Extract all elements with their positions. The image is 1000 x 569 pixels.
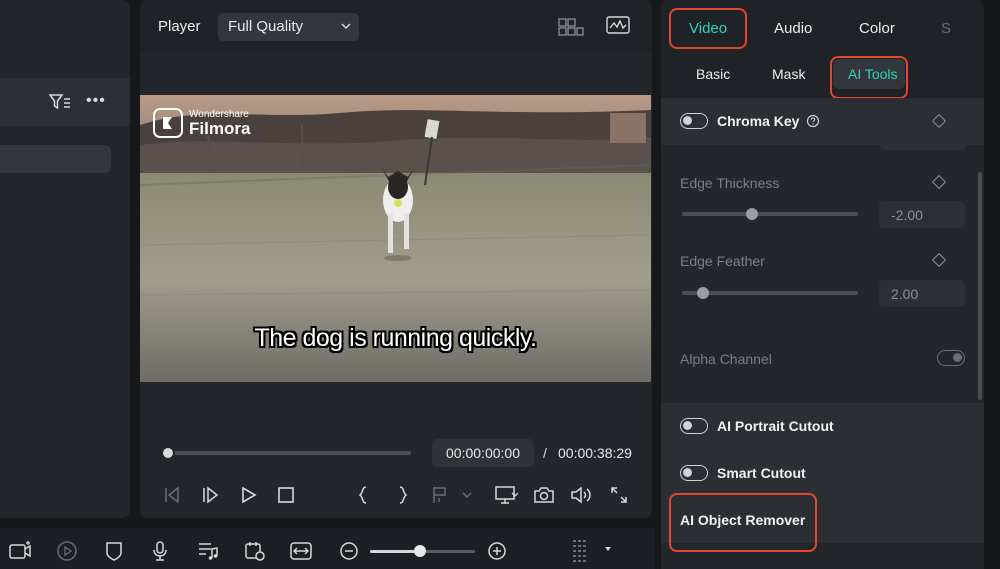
watermark-product: Filmora — [189, 118, 251, 138]
zoom-slider-fill — [370, 550, 421, 553]
zoom-in-icon[interactable] — [487, 541, 507, 561]
marker-dropdown-icon[interactable] — [461, 485, 473, 505]
ai-portrait-cutout-label: AI Portrait Cutout — [717, 418, 834, 434]
media-panel: ••• — [0, 0, 130, 518]
scope-icon[interactable] — [606, 16, 630, 36]
progress-track[interactable] — [168, 451, 411, 455]
video-tab-highlight — [669, 8, 747, 49]
clipped-value-box — [880, 142, 966, 150]
current-timecode: 00:00:00:00 — [446, 445, 520, 461]
edge-feather-keyframe-icon[interactable] — [931, 252, 947, 268]
property-panel: Video Audio Color S Basic Mask AI Tools … — [661, 0, 984, 569]
current-timecode-box[interactable]: 00:00:00:00 — [432, 439, 534, 467]
help-icon[interactable] — [806, 114, 820, 128]
edge-feather-input[interactable]: 2.00 — [879, 280, 965, 307]
more-icon[interactable]: ••• — [86, 92, 108, 110]
timecode-separator: / — [543, 445, 547, 461]
next-frame-icon[interactable] — [201, 485, 221, 505]
subtab-mask[interactable]: Mask — [772, 66, 805, 82]
fullscreen-icon[interactable] — [609, 485, 629, 505]
mark-in-icon[interactable] — [356, 485, 372, 505]
filmora-logo-icon — [153, 108, 183, 138]
smart-cutout-label: Smart Cutout — [717, 465, 806, 481]
timeline-toolbar — [0, 528, 655, 569]
edge-thickness-input[interactable]: -2.00 — [879, 201, 965, 228]
playback-controls: 00:00:00:00 / 00:00:38:29 — [140, 430, 652, 518]
total-timecode: 00:00:38:29 — [558, 445, 632, 461]
watermark-brand: Wondershare — [189, 108, 249, 120]
ai-tools-tab-highlight — [830, 56, 908, 99]
caret-down-icon[interactable] — [603, 544, 613, 554]
quality-value: Full Quality — [228, 18, 304, 35]
edge-feather-value: 2.00 — [891, 286, 919, 302]
search-input[interactable] — [0, 145, 111, 173]
volume-icon[interactable] — [570, 485, 592, 505]
snapshot-icon[interactable] — [533, 485, 555, 505]
previous-frame-icon[interactable] — [162, 485, 182, 505]
edge-thickness-label: Edge Thickness — [680, 175, 780, 191]
shield-icon[interactable] — [105, 540, 123, 562]
track-height-icon[interactable] — [571, 538, 589, 564]
panel-scrollbar[interactable] — [978, 172, 982, 400]
auto-enhance-icon[interactable] — [9, 540, 33, 562]
marker-icon[interactable] — [431, 485, 449, 505]
alpha-channel-toggle[interactable] — [937, 350, 965, 366]
chroma-key-label: Chroma Key — [717, 113, 800, 129]
alpha-channel-label: Alpha Channel — [680, 351, 772, 367]
display-settings-icon[interactable] — [494, 485, 518, 505]
quality-dropdown[interactable]: Full Quality — [218, 13, 359, 41]
tab-color[interactable]: Color — [859, 20, 895, 37]
edge-feather-label: Edge Feather — [680, 253, 765, 269]
fit-timeline-icon[interactable] — [290, 540, 312, 562]
player-label: Player — [158, 18, 201, 35]
edge-thickness-keyframe-icon[interactable] — [931, 174, 947, 190]
edge-thickness-handle[interactable] — [746, 208, 759, 220]
edge-thickness-value: -2.00 — [891, 207, 923, 223]
filter-icon[interactable] — [49, 93, 71, 111]
tab-audio[interactable]: Audio — [774, 20, 812, 37]
audio-music-icon[interactable] — [197, 540, 219, 562]
render-preview-icon[interactable] — [56, 540, 78, 562]
edge-feather-handle[interactable] — [697, 287, 710, 299]
tab-speed[interactable]: S — [941, 20, 951, 37]
zoom-out-icon[interactable] — [339, 541, 359, 561]
grid-view-icon[interactable] — [558, 17, 584, 37]
watermark-logo: Wondershare Filmora — [153, 108, 250, 138]
subtab-basic[interactable]: Basic — [696, 66, 730, 82]
stop-icon[interactable] — [276, 485, 296, 505]
subtitle-caption: The dog is running quickly. — [254, 324, 537, 352]
video-preview[interactable]: Wondershare Filmora The dog is running q… — [140, 95, 651, 382]
chroma-key-toggle[interactable] — [680, 113, 708, 129]
progress-handle[interactable] — [161, 446, 175, 460]
microphone-icon[interactable] — [151, 540, 169, 562]
chevron-down-icon — [341, 22, 351, 30]
play-icon[interactable] — [239, 485, 259, 505]
property-subtabs: Basic Mask AI Tools — [661, 52, 984, 98]
player-toolbar: Player Full Quality — [140, 0, 652, 52]
edge-thickness-slider[interactable] — [682, 212, 858, 216]
scene-detect-icon[interactable] — [244, 540, 266, 562]
smart-cutout-toggle[interactable] — [680, 465, 708, 481]
mark-out-icon[interactable] — [395, 485, 411, 505]
smart-cutout-row — [661, 451, 984, 495]
player-panel: Player Full Quality Wondershare Filmora … — [140, 0, 652, 518]
ai-portrait-cutout-toggle[interactable] — [680, 418, 708, 434]
ai-object-remover-highlight — [669, 493, 817, 552]
